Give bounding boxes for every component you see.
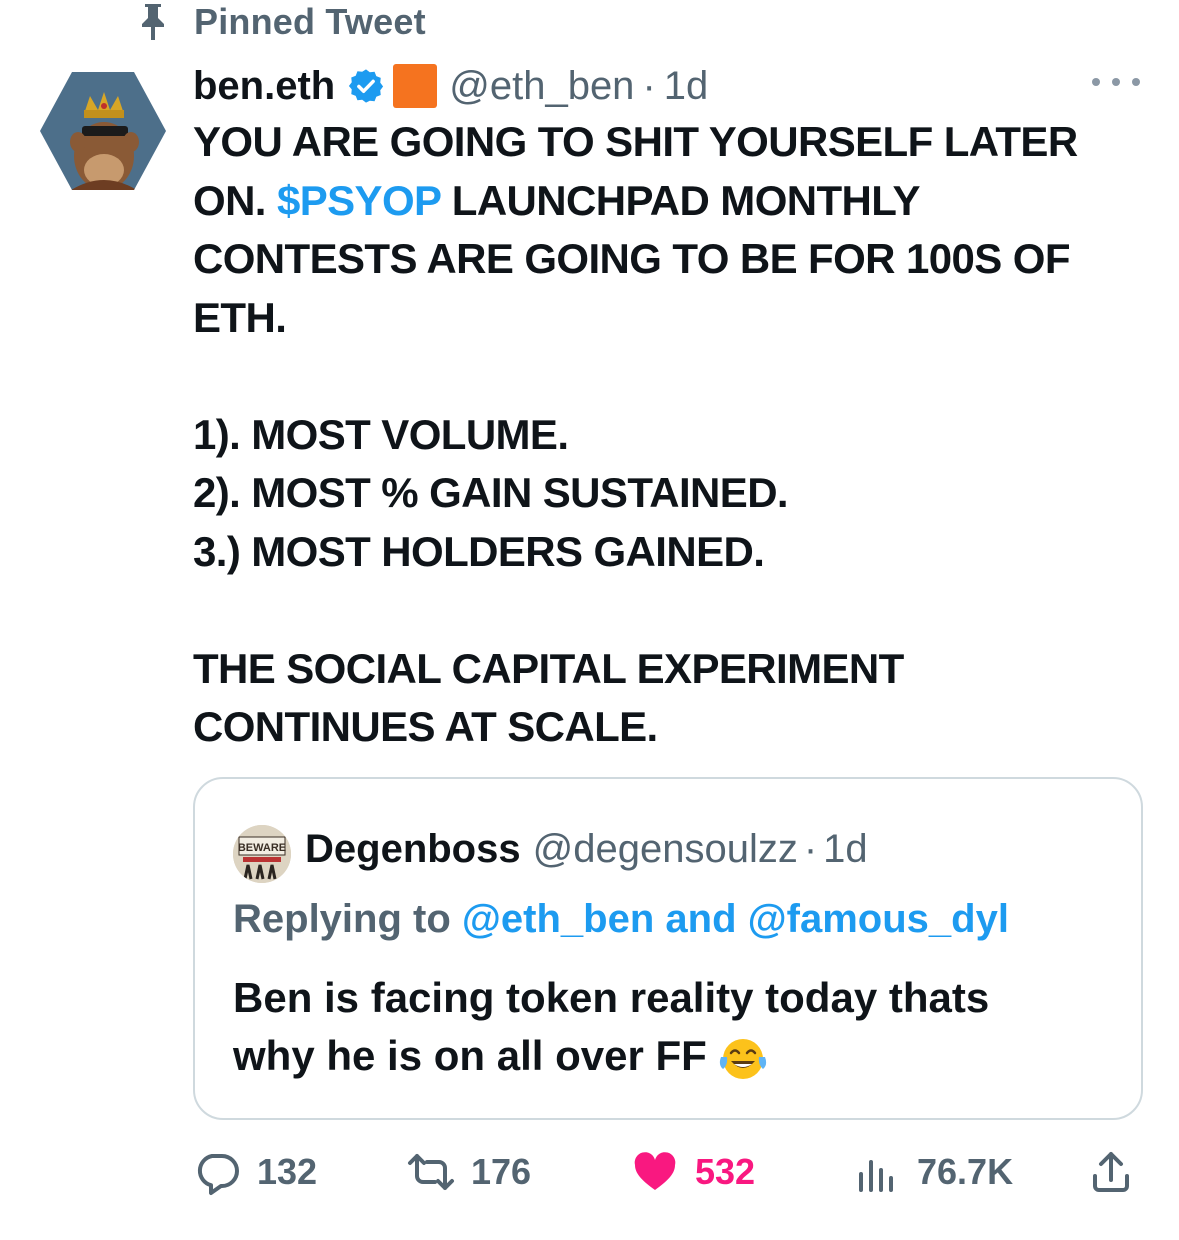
quote-line-text: why he is on all over FF <box>233 1032 707 1079</box>
retweet-icon <box>408 1154 454 1190</box>
quote-timestamp[interactable]: 1d <box>823 827 868 872</box>
more-dot <box>1112 78 1120 86</box>
author-display-name[interactable]: ben.eth <box>193 64 335 109</box>
share-icon <box>1093 1152 1129 1192</box>
quote-text: Ben is facing token reality today thats … <box>233 969 1113 1085</box>
tweet-header: ben.eth @eth_ben · 1d <box>193 60 708 112</box>
quote-display-name[interactable]: Degenboss <box>305 827 521 872</box>
views-button[interactable]: 76.7K <box>853 1144 1013 1200</box>
verified-badge-icon <box>349 69 384 103</box>
separator-dot: · <box>803 826 818 871</box>
like-count: 532 <box>695 1151 756 1192</box>
views-icon <box>859 1160 893 1192</box>
tweet-text: YOU ARE GOING TO SHIT YOURSELF LATER ON.… <box>193 113 1153 757</box>
share-button[interactable] <box>1087 1144 1135 1200</box>
quote-author-avatar: BEWARE <box>233 825 291 883</box>
pinned-label: Pinned Tweet <box>194 1 426 42</box>
replying-to: Replying to @eth_ben and @famous_dyl <box>233 897 1009 942</box>
tears-of-joy-emoji <box>719 1038 766 1079</box>
reply-count: 132 <box>257 1151 318 1192</box>
replying-prefix: Replying to <box>233 897 451 941</box>
separator-dot: · <box>642 63 656 108</box>
mention-link[interactable]: @eth_ben <box>462 897 654 941</box>
reply-button[interactable]: 132 <box>193 1144 317 1200</box>
tweet-line: ETH. <box>193 293 287 341</box>
like-button[interactable]: 532 <box>631 1144 755 1200</box>
tweet-line: CONTESTS ARE GOING TO BE FOR 100S OF <box>193 235 1070 282</box>
tweet-line-fragment: ON. <box>193 176 266 224</box>
author-handle[interactable]: @eth_ben <box>449 64 634 109</box>
heart-icon <box>634 1152 676 1190</box>
quote-header: Degenboss @degensoulzz · 1d <box>305 823 868 875</box>
pinned-indicator: Pinned Tweet <box>138 1 426 42</box>
retweet-button[interactable]: 176 <box>407 1144 531 1200</box>
tweet-line: 2). MOST % GAIN SUSTAINED. <box>193 469 789 516</box>
quote-handle[interactable]: @degensoulzz <box>533 827 798 872</box>
tweet-line: YOU ARE GOING TO SHIT YOURSELF LATER <box>193 118 1078 165</box>
tweet-line: 1). MOST VOLUME. <box>193 410 569 458</box>
views-count: 76.7K <box>917 1151 1014 1192</box>
more-dot <box>1092 78 1100 86</box>
replying-joiner: and <box>665 897 737 941</box>
quoted-tweet-card[interactable]: BEWARE Degenboss @degensoulzz · 1d Reply… <box>193 777 1143 1120</box>
mention-link[interactable]: @famous_dyl <box>748 897 1009 941</box>
tweet-line-fragment: LAUNCHPAD MONTHLY <box>451 176 921 224</box>
reply-icon <box>197 1154 239 1195</box>
quote-avatar-text: BEWARE <box>238 842 286 854</box>
pin-icon <box>142 4 164 40</box>
tweet-action-bar: 132 176 532 76.7K <box>193 1144 1143 1200</box>
retweet-count: 176 <box>471 1151 532 1192</box>
more-icon[interactable] <box>1092 74 1140 90</box>
tweet-timestamp[interactable]: 1d <box>664 64 709 109</box>
tweet-line: THE SOCIAL CAPITAL EXPERIMENT <box>193 644 904 692</box>
more-dot <box>1132 78 1140 86</box>
orange-square-badge <box>393 64 438 108</box>
author-avatar[interactable] <box>38 70 168 192</box>
tweet-line: 3.) MOST HOLDERS GAINED. <box>193 527 765 575</box>
quote-line: why he is on all over FF <box>233 1027 1113 1085</box>
quote-line: Ben is facing token reality today thats <box>233 974 990 1021</box>
cashtag-link[interactable]: $PSYOP <box>277 177 441 224</box>
tweet-line: CONTINUES AT SCALE. <box>193 703 658 750</box>
tweet-line: ON. $PSYOP LAUNCHPAD MONTHLY <box>193 172 1153 231</box>
